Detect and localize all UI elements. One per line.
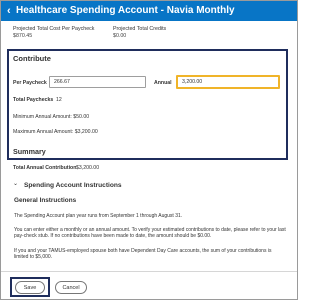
per-paycheck-input[interactable] bbox=[49, 76, 146, 88]
save-button[interactable]: Save bbox=[15, 281, 45, 294]
total-paychecks-label: Total Paychecks bbox=[13, 97, 54, 103]
cancel-button[interactable]: Cancel bbox=[55, 281, 87, 294]
minimum-annual-text: Minimum Annual Amount: $50.00 bbox=[13, 114, 90, 120]
contribute-section: Contribute bbox=[7, 49, 288, 160]
projected-credits-label: Projected Total Credits bbox=[113, 26, 167, 32]
maximum-annual-text: Maximum Annual Amount: $3,200.00 bbox=[13, 129, 98, 135]
projected-credits-value: $0.00 bbox=[113, 32, 127, 39]
annual-input[interactable] bbox=[176, 75, 280, 89]
total-annual-label: Total Annual Contribution bbox=[13, 165, 77, 171]
projected-credits-block: Projected Total Credits $0.00 bbox=[113, 26, 166, 39]
projected-cost-label: Projected Total Cost Per Paycheck bbox=[13, 26, 95, 32]
footer-divider bbox=[1, 271, 297, 272]
instructions-paragraph-3: If you and your TAMUS-employed spouse bo… bbox=[14, 248, 272, 261]
general-instructions-heading: General Instructions bbox=[14, 197, 77, 204]
annual-label: Annual bbox=[154, 80, 172, 86]
page-header: ‹ Healthcare Spending Account - Navia Mo… bbox=[1, 1, 297, 21]
back-chevron-icon[interactable]: ‹ bbox=[7, 5, 11, 17]
total-paychecks-value: 12 bbox=[56, 97, 62, 103]
summary-heading: Summary bbox=[13, 147, 46, 156]
instructions-heading[interactable]: Spending Account Instructions bbox=[24, 182, 122, 189]
contribute-heading: Contribute bbox=[13, 54, 51, 63]
projected-cost-block: Projected Total Cost Per Paycheck $870.4… bbox=[13, 26, 94, 39]
instructions-paragraph-2: You can enter either a monthly or an ann… bbox=[14, 227, 286, 240]
projected-cost-value: $870.45 bbox=[13, 32, 33, 39]
page-title: Healthcare Spending Account - Navia Mont… bbox=[16, 5, 235, 16]
total-annual-value: $3,200.00 bbox=[76, 165, 100, 171]
per-paycheck-label: Per Paycheck bbox=[13, 80, 47, 86]
chevron-down-icon[interactable]: ⌄ bbox=[13, 180, 18, 187]
instructions-paragraph-1: The Spending Account plan year runs from… bbox=[14, 213, 183, 219]
